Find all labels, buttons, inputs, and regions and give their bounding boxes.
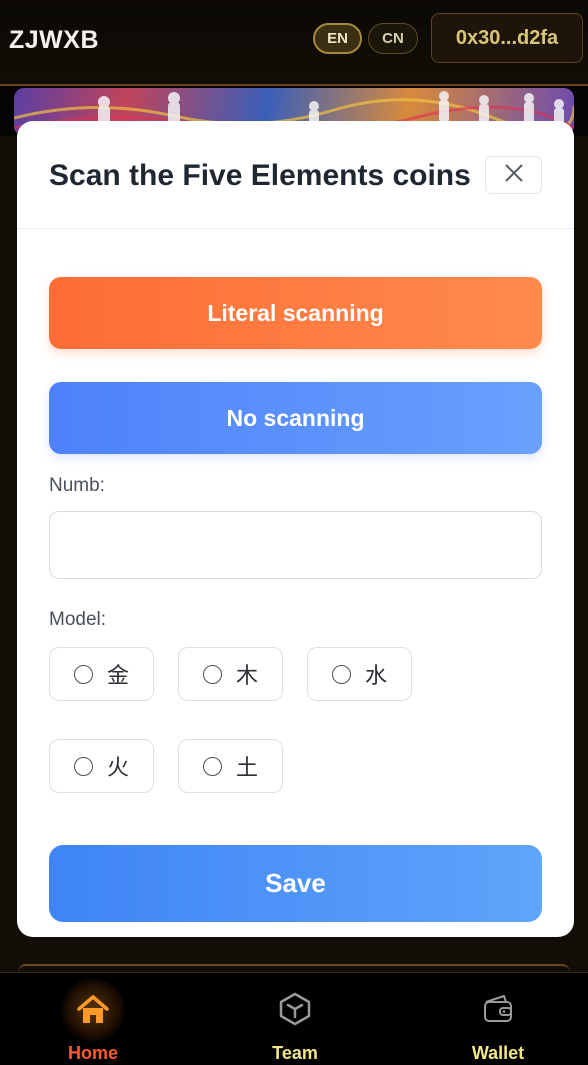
nav-item-home[interactable]: Home (33, 973, 153, 1065)
model-radio-wood[interactable]: 木 (178, 647, 283, 701)
wallet-address-button[interactable]: 0x30...d2fa (431, 13, 583, 63)
model-option-label: 木 (235, 664, 258, 689)
no-scanning-button[interactable]: No scanning (49, 382, 542, 454)
cube-icon (273, 987, 317, 1031)
wallet-icon (476, 987, 520, 1031)
lang-en-button[interactable]: EN (313, 23, 362, 54)
radio-circle-icon (202, 664, 222, 684)
modal-title: Scan the Five Elements coins (49, 159, 471, 192)
nav-item-wallet[interactable]: Wallet (438, 973, 558, 1065)
model-label: Model: (49, 609, 107, 630)
literal-scanning-button[interactable]: Literal scanning (49, 277, 542, 349)
nav-label: Wallet (471, 1043, 525, 1063)
model-radio-metal[interactable]: 金 (49, 647, 154, 701)
radio-circle-icon (202, 756, 222, 776)
model-radio-water[interactable]: 水 (307, 647, 412, 701)
radio-circle-icon (73, 756, 93, 776)
lang-cn-button[interactable]: CN (368, 23, 418, 54)
save-button[interactable]: Save (49, 845, 542, 922)
scan-coins-modal: Scan the Five Elements coins Literal sca… (17, 121, 574, 937)
modal-divider (17, 228, 574, 229)
model-option-label: 土 (235, 756, 258, 781)
model-option-label: 金 (106, 664, 129, 689)
close-button[interactable] (485, 156, 542, 194)
model-radio-earth[interactable]: 土 (178, 739, 283, 793)
nav-label: Home (67, 1043, 118, 1063)
nav-item-team[interactable]: Team (235, 973, 355, 1065)
bottom-nav: Home Team Wallet (0, 972, 588, 1065)
model-option-label: 水 (364, 664, 387, 689)
radio-circle-icon (331, 664, 351, 684)
model-option-label: 火 (106, 756, 129, 781)
nav-label: Team (272, 1043, 318, 1063)
numb-input[interactable] (49, 511, 542, 579)
brand-logo-text: ZJWXB (9, 26, 99, 54)
top-header: ZJWXB EN CN 0x30...d2fa (0, 0, 588, 86)
radio-circle-icon (73, 664, 93, 684)
numb-label: Numb: (49, 475, 105, 496)
home-icon (61, 978, 125, 1042)
background-card-edge (18, 964, 570, 972)
model-radio-fire[interactable]: 火 (49, 739, 154, 793)
close-icon (503, 162, 525, 189)
